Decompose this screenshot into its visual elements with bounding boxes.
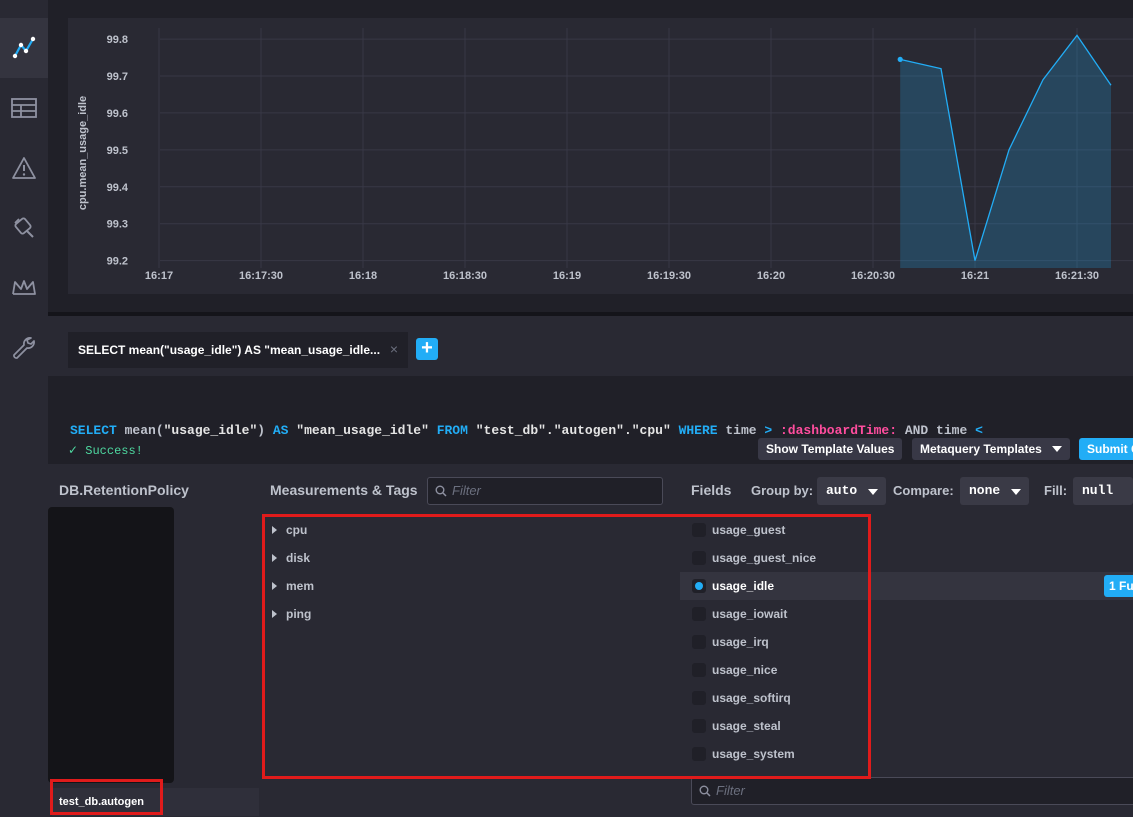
- x-tick-label: 16:21: [961, 270, 989, 282]
- query-token: FROM: [436, 423, 476, 438]
- metaquery-templates-button[interactable]: Metaquery Templates: [912, 438, 1070, 460]
- nav-item-settings[interactable]: [0, 328, 48, 368]
- filter-placeholder: Filter: [716, 783, 745, 798]
- fill-value: null: [1082, 483, 1114, 498]
- annotation-box-measurements-fields: [262, 514, 871, 779]
- measurements-header: Measurements & Tags: [270, 482, 418, 498]
- nav-item-dashboards[interactable]: [0, 88, 48, 128]
- group-by-dropdown[interactable]: auto: [817, 477, 886, 505]
- show-template-values-button[interactable]: Show Template Values: [758, 438, 903, 460]
- query-status: ✓ Success!: [68, 443, 143, 458]
- fill-label: Fill:: [1044, 483, 1068, 498]
- wrench-icon: [13, 337, 35, 359]
- series-area: [900, 35, 1111, 268]
- x-tick-label: 16:19: [553, 270, 581, 282]
- y-tick-label: 99.3: [107, 219, 128, 231]
- search-icon: [699, 785, 711, 797]
- alert-icon: [12, 157, 36, 179]
- query-token: mean(: [124, 423, 164, 438]
- fields-header: Fields: [691, 482, 732, 498]
- query-token: ): [257, 423, 273, 438]
- line-graph: 16:17 16:17:30 16:18 16:18:30 16:19 16:19:30 1…: [77, 28, 1133, 282]
- x-tick-label: 16:18:30: [443, 270, 487, 282]
- nav-item-data-explorer[interactable]: [0, 18, 48, 78]
- nav-item-config[interactable]: [0, 208, 48, 248]
- status-text: Success!: [85, 444, 143, 458]
- query-token: SELECT: [70, 423, 125, 438]
- query-token: time: [936, 423, 976, 438]
- check-icon: ✓: [68, 444, 79, 458]
- x-tick-label: 16:19:30: [647, 270, 691, 282]
- group-by-value: auto: [826, 483, 858, 498]
- y-tick-label: 99.7: [107, 71, 128, 83]
- graph-icon: [12, 36, 36, 59]
- caret-down-icon: [1011, 489, 1021, 495]
- search-icon: [435, 485, 447, 497]
- x-tick-label: 16:20:30: [851, 270, 895, 282]
- nav-item-admin[interactable]: [0, 268, 48, 308]
- db-header: DB.RetentionPolicy: [59, 482, 189, 498]
- query-token: AND: [904, 423, 937, 438]
- x-tick-label: 16:18: [349, 270, 377, 282]
- fields-filter-input[interactable]: Filter: [691, 777, 1133, 805]
- tab-query-1[interactable]: SELECT mean("usage_idle") AS "mean_usage…: [68, 332, 408, 368]
- nav-item-alerts[interactable]: [0, 148, 48, 188]
- functions-badge[interactable]: 1 Fu: [1104, 575, 1133, 597]
- x-tick-label: 16:17: [145, 270, 173, 282]
- dashboards-icon: [11, 98, 37, 118]
- tab-label: SELECT mean("usage_idle") AS "mean_usage…: [78, 343, 381, 357]
- query-token: time: [725, 423, 765, 438]
- plug-icon: [14, 217, 34, 238]
- query-token: "mean_usage_idle": [296, 423, 437, 438]
- query-token: "test_db"."autogen"."cpu": [475, 423, 679, 438]
- y-tick-label: 99.2: [107, 256, 128, 268]
- crown-icon: [12, 280, 36, 295]
- compare-value: none: [969, 483, 1001, 498]
- caret-down-icon: [868, 489, 878, 495]
- compare-dropdown[interactable]: none: [960, 477, 1029, 505]
- x-tick-label: 16:21:30: [1055, 270, 1099, 282]
- y-axis-label: cpu.mean_usage_idle: [77, 96, 89, 210]
- side-navigation: [0, 0, 48, 817]
- query-token: WHERE: [678, 423, 726, 438]
- group-by-label: Group by:: [751, 483, 814, 498]
- measurements-filter-input[interactable]: Filter: [427, 477, 663, 505]
- y-tick-label: 99.8: [107, 34, 128, 46]
- query-token: :dashboardTime:: [780, 423, 905, 438]
- close-icon[interactable]: ×: [390, 341, 398, 357]
- submit-query-button[interactable]: Submit Q: [1079, 438, 1133, 460]
- query-token: >: [764, 423, 780, 438]
- x-tick-label: 16:17:30: [239, 270, 283, 282]
- annotation-box-db-item: [50, 779, 163, 815]
- redacted-area: [48, 507, 174, 783]
- metaquery-label: Metaquery Templates: [920, 442, 1042, 456]
- query-token: <: [975, 423, 983, 438]
- y-tick-label: 99.6: [107, 108, 128, 120]
- graph-header-strip: [48, 0, 1133, 18]
- filter-placeholder: Filter: [452, 483, 481, 498]
- y-tick-label: 99.5: [107, 145, 128, 157]
- caret-down-icon: [1051, 446, 1062, 452]
- x-tick-label: 16:20: [757, 270, 785, 282]
- fill-dropdown[interactable]: null: [1073, 477, 1133, 505]
- graph-panel: 16:17 16:17:30 16:18 16:18:30 16:19 16:19:30 1…: [68, 18, 1133, 294]
- series-start-point: [897, 56, 903, 62]
- y-tick-label: 99.4: [107, 182, 129, 194]
- query-token: AS: [272, 423, 297, 438]
- query-token: "usage_idle": [163, 423, 258, 438]
- add-query-button[interactable]: +: [416, 338, 438, 360]
- compare-label: Compare:: [893, 483, 954, 498]
